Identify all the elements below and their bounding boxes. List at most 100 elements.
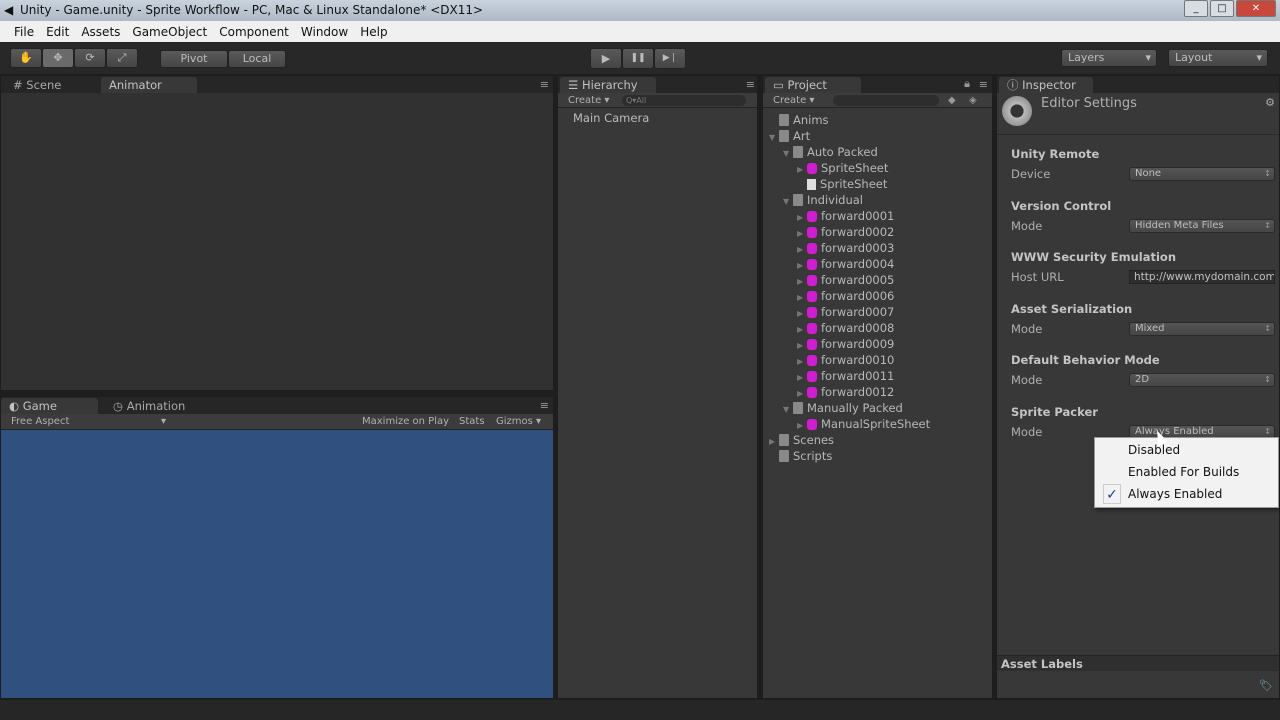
project-item[interactable]: Scripts xyxy=(769,448,832,464)
sprite-icon xyxy=(807,419,817,430)
tab-inspector[interactable]: ⓘ Inspector xyxy=(999,77,1093,93)
menu-gameobject[interactable]: GameObject xyxy=(126,25,213,39)
project-item[interactable]: ▶ forward0004 xyxy=(797,256,894,272)
step-button[interactable]: ▶❘ xyxy=(654,48,686,69)
field-label: Host URL xyxy=(1011,270,1064,284)
tab-project[interactable]: ▭ Project xyxy=(765,77,861,93)
menu-component[interactable]: Component xyxy=(213,25,295,39)
project-item-label: SpriteSheet xyxy=(820,177,888,191)
project-item[interactable]: ▶ Scenes xyxy=(769,432,834,448)
tab-animator[interactable]: Animator xyxy=(101,77,197,93)
project-item[interactable]: ▶ SpriteSheet xyxy=(797,160,888,176)
tab-hierarchy[interactable]: ☰ Hierarchy xyxy=(560,77,656,93)
filter-by-label-icon[interactable]: ◈ xyxy=(969,93,977,108)
inspector-title: Editor Settings xyxy=(1041,96,1137,111)
doc-icon xyxy=(807,179,816,190)
stats-toggle[interactable]: Stats xyxy=(459,414,485,429)
tab-animation[interactable]: ◷ Animation xyxy=(105,398,193,414)
project-item-label: Manually Packed xyxy=(807,401,903,415)
create-dropdown[interactable]: Create ▾ xyxy=(773,93,814,108)
play-button[interactable]: ▶ xyxy=(590,48,622,69)
fold-arrow-icon[interactable]: ▼ xyxy=(783,402,793,418)
tab-scene[interactable]: # Scene xyxy=(5,77,69,93)
folder-icon xyxy=(779,434,789,446)
pivot-toggle[interactable]: Pivot xyxy=(160,50,228,68)
panel-menu-icon[interactable]: ≡ xyxy=(746,78,755,91)
project-item[interactable]: ▶ forward0001 xyxy=(797,208,894,224)
component-settings-icon[interactable]: ⚙ xyxy=(1265,96,1275,109)
project-item[interactable]: ▼ Auto Packed xyxy=(783,144,878,160)
hierarchy-search-input[interactable]: Q▾All xyxy=(622,95,746,106)
project-item[interactable]: SpriteSheet xyxy=(797,176,887,192)
sprite-icon xyxy=(807,259,817,270)
menu-option-always-enabled[interactable]: Always Enabled xyxy=(1128,483,1222,505)
menu-edit[interactable]: Edit xyxy=(40,25,75,39)
project-item[interactable]: ▶ forward0011 xyxy=(797,368,894,384)
tab-game[interactable]: ◐ Game xyxy=(1,398,98,414)
scene-panel: # Scene Animator ≡ xyxy=(0,75,554,391)
layers-dropdown[interactable]: Layers ▾ xyxy=(1061,49,1157,67)
hand-tool-icon[interactable]: ✋ xyxy=(10,48,42,68)
menu-file[interactable]: File xyxy=(8,25,40,39)
project-item[interactable]: ▶ forward0007 xyxy=(797,304,894,320)
mode-dropdown[interactable]: Hidden Meta Files xyxy=(1129,218,1275,233)
close-button[interactable]: ✕ xyxy=(1236,0,1276,17)
hierarchy-panel: ☰ Hierarchy ≡ Create ▾ Q▾All Main Camera xyxy=(557,75,758,699)
project-item[interactable]: ▶ forward0006 xyxy=(797,288,894,304)
menu-window[interactable]: Window xyxy=(295,25,354,39)
filter-by-type-icon[interactable]: ◆ xyxy=(948,93,956,108)
maximize-button[interactable]: □ xyxy=(1210,0,1234,17)
panel-menu-icon[interactable]: ≡ xyxy=(540,399,549,412)
window-title: Unity - Game.unity - Sprite Workflow - P… xyxy=(20,3,484,17)
menu-help[interactable]: Help xyxy=(354,25,393,39)
lock-icon[interactable]: 🔒︎ xyxy=(964,77,970,91)
menu-assets[interactable]: Assets xyxy=(75,25,126,39)
project-item[interactable]: ▼ Individual xyxy=(783,192,863,208)
section-header: Sprite Packer xyxy=(1011,404,1098,419)
scale-tool-icon[interactable]: ⤢ xyxy=(106,48,138,68)
project-item[interactable]: ▶ forward0002 xyxy=(797,224,894,240)
gizmos-dropdown[interactable]: Gizmos ▾ xyxy=(496,414,541,429)
hierarchy-item-main-camera[interactable]: Main Camera xyxy=(573,111,649,125)
project-item[interactable]: Anims xyxy=(769,112,829,128)
project-panel: ▭ Project 🔒︎ ≡ Create ▾ ◆ ◈ Anims ▼ Art ▼ Au… xyxy=(762,75,993,699)
sprite-icon xyxy=(807,211,817,222)
project-search-input[interactable] xyxy=(833,95,939,106)
project-item[interactable]: ▶ forward0005 xyxy=(797,272,894,288)
label-tag-icon[interactable]: 🏷︎ xyxy=(1259,679,1273,692)
sprite-icon xyxy=(807,387,817,398)
project-item[interactable]: ▶ forward0003 xyxy=(797,240,894,256)
sprite-icon xyxy=(807,339,817,350)
project-item[interactable]: ▼ Art xyxy=(769,128,810,144)
maximize-on-play-toggle[interactable]: Maximize on Play xyxy=(362,414,449,429)
pause-button[interactable]: ❚❚ xyxy=(622,48,654,69)
fold-arrow-icon[interactable]: ▼ xyxy=(783,146,793,162)
section-header: Default Behavior Mode xyxy=(1011,353,1160,367)
project-item-label: forward0009 xyxy=(821,337,895,351)
move-tool-icon[interactable]: ✥ xyxy=(42,48,74,68)
project-item[interactable]: ▼ Manually Packed xyxy=(783,400,903,416)
mode-dropdown[interactable]: 2D xyxy=(1129,373,1275,387)
project-item[interactable]: ▶ forward0012 xyxy=(797,384,894,400)
menu-option-enabled-for-builds[interactable]: Enabled For Builds xyxy=(1128,461,1239,483)
create-dropdown[interactable]: Create ▾ xyxy=(568,93,609,108)
menu-option-disabled[interactable]: Disabled xyxy=(1128,439,1180,461)
host-url-input[interactable]: http://www.mydomain.com xyxy=(1129,270,1275,284)
project-item[interactable]: ▶ forward0008 xyxy=(797,320,894,336)
project-item-label: forward0002 xyxy=(821,225,895,239)
minimize-button[interactable]: _ xyxy=(1184,0,1208,17)
panel-menu-icon[interactable]: ≡ xyxy=(540,78,549,91)
title-bar: ◀ Unity - Game.unity - Sprite Workflow -… xyxy=(0,0,1280,21)
layout-dropdown[interactable]: Layout ▾ xyxy=(1168,49,1268,67)
mode-dropdown[interactable]: None xyxy=(1129,167,1275,181)
local-toggle[interactable]: Local xyxy=(228,50,286,68)
fold-arrow-icon[interactable]: ▼ xyxy=(769,130,779,146)
project-item[interactable]: ▶ forward0010 xyxy=(797,352,894,368)
rotate-tool-icon[interactable]: ⟳ xyxy=(74,48,106,68)
project-item[interactable]: ▶ forward0009 xyxy=(797,336,894,352)
project-item[interactable]: ▶ ManualSpriteSheet xyxy=(797,416,930,432)
panel-menu-icon[interactable]: ≡ xyxy=(979,78,988,91)
fold-arrow-icon[interactable]: ▼ xyxy=(783,194,793,210)
aspect-dropdown[interactable]: Free Aspect ▾ xyxy=(11,414,166,429)
mode-dropdown[interactable]: Mixed xyxy=(1129,321,1275,336)
